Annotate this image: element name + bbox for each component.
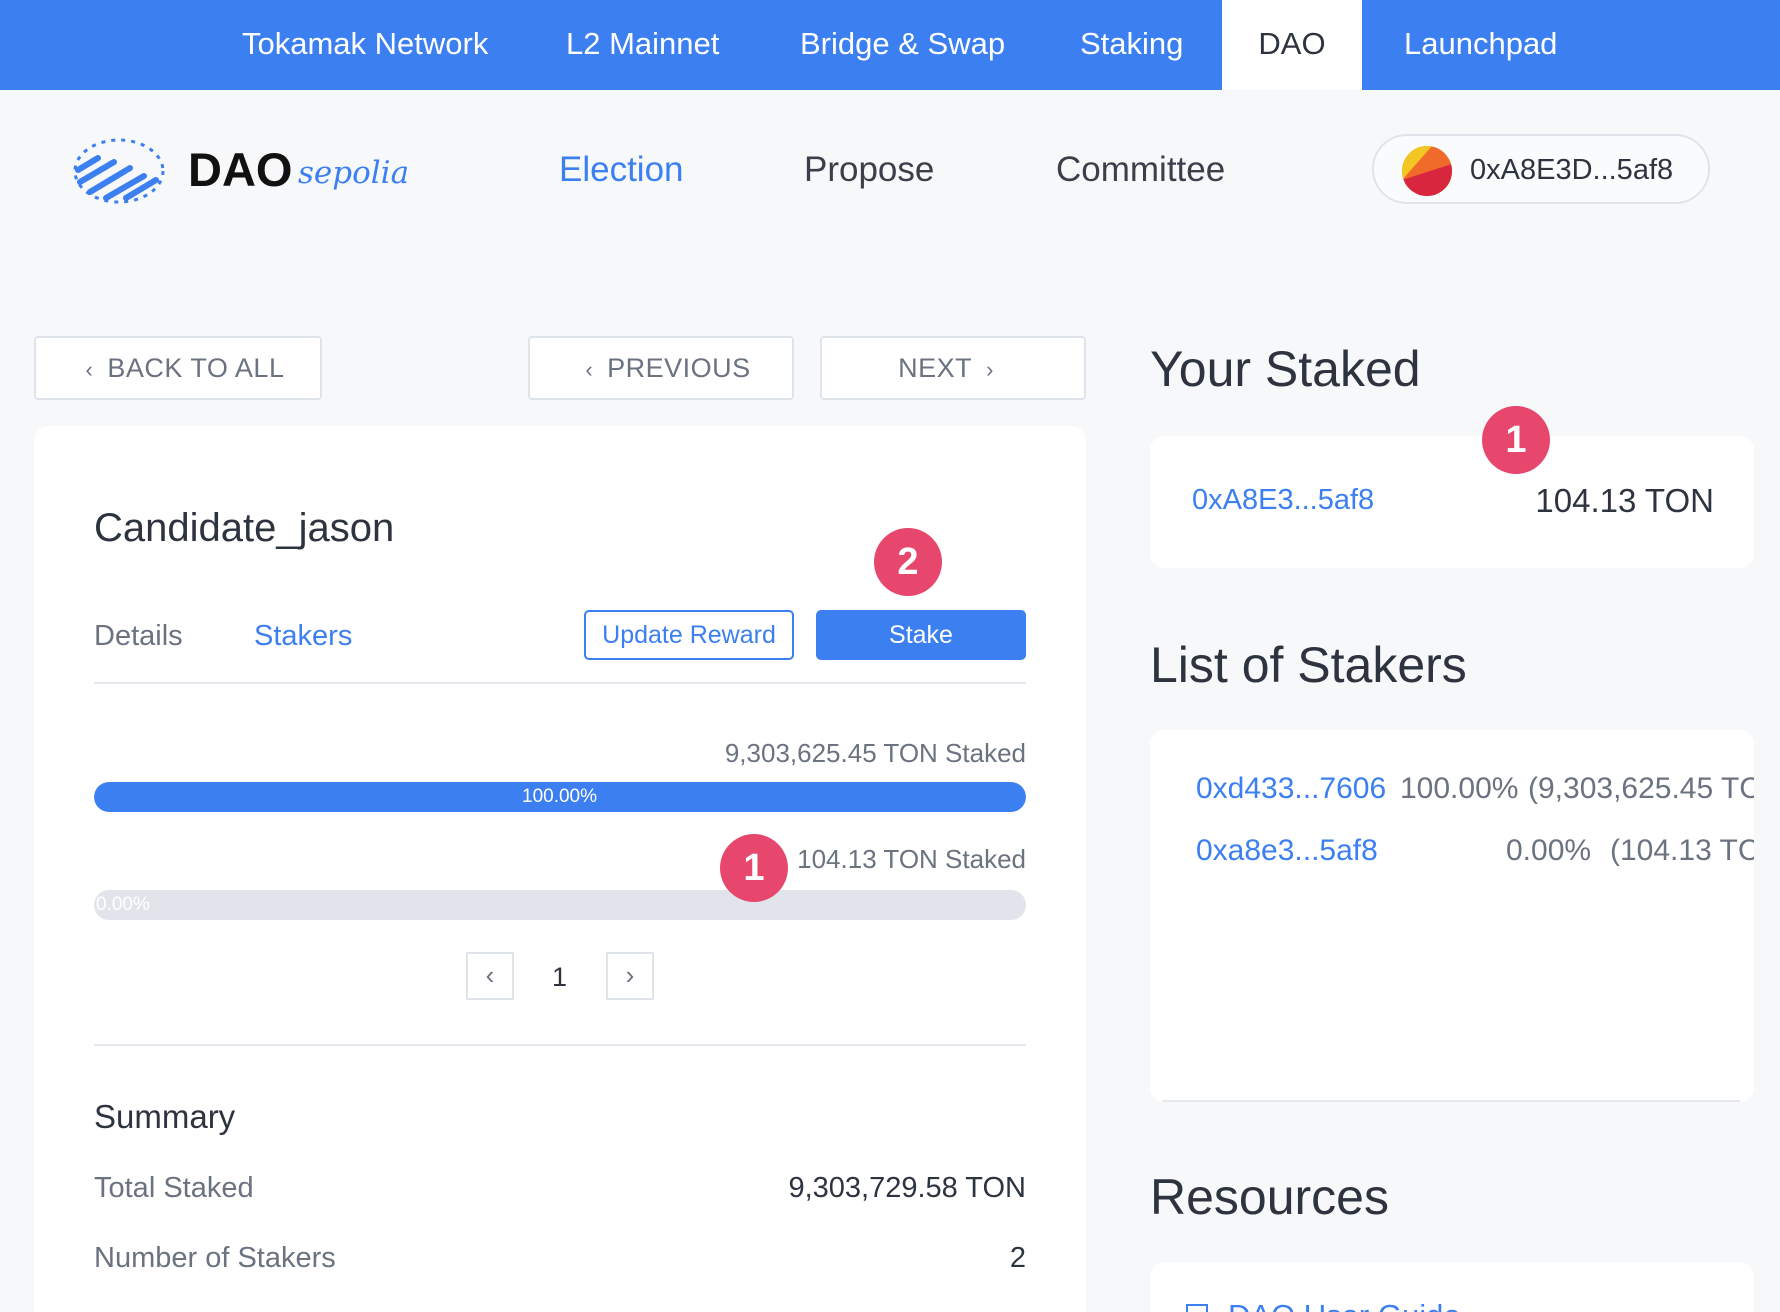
staker-progress-percent: 100.00%	[522, 786, 598, 807]
previous-button[interactable]: ‹ PREVIOUS	[528, 336, 794, 400]
logo-text[interactable]: DAO	[188, 142, 292, 197]
wallet-avatar-icon	[1402, 146, 1452, 196]
page: Tokamak Network L2 Mainnet Bridge & Swap…	[0, 0, 1780, 1312]
wallet-address: 0xA8E3D...5af8	[1470, 154, 1674, 186]
back-to-all-button[interactable]: ‹ BACK TO ALL	[34, 336, 322, 400]
staker-address-link[interactable]: 0xa8e3...5af8	[1196, 834, 1378, 868]
annotation-callout: 2	[874, 528, 942, 596]
menu-item-committee[interactable]: Committee	[1056, 150, 1225, 190]
resources-title: Resources	[1150, 1169, 1389, 1225]
stakers-list-bottom-border	[1162, 1100, 1740, 1102]
summary-total-staked-label: Total Staked	[94, 1172, 254, 1204]
topnav-item-l2-mainnet[interactable]: L2 Mainnet	[566, 0, 719, 90]
your-staked-amount: 104.13 TON	[1535, 482, 1714, 519]
staker-progress-percent: 0.00%	[96, 894, 150, 915]
topnav-item-bridge-swap[interactable]: Bridge & Swap	[800, 0, 1005, 90]
tabs-divider	[94, 682, 1026, 684]
tab-details[interactable]: Details	[94, 620, 183, 653]
topnav-item-tokamak-network[interactable]: Tokamak Network	[242, 0, 488, 90]
annotation-callout: 1	[720, 834, 788, 902]
staker-amount: (9,303,625.45 TC	[1528, 772, 1754, 805]
document-icon	[1186, 1304, 1208, 1312]
next-button[interactable]: NEXT ›	[820, 336, 1086, 400]
your-staked-address-link[interactable]: 0xA8E3...5af8	[1192, 484, 1374, 517]
pagination-next-button[interactable]: ›	[606, 952, 654, 1000]
staker-staked-amount: 9,303,625.45 TON Staked	[724, 738, 1026, 768]
top-nav: Tokamak Network L2 Mainnet Bridge & Swap…	[0, 0, 1780, 90]
previous-label: PREVIOUS	[607, 353, 751, 383]
staker-progress-bar: 0.00%	[94, 890, 1026, 920]
network-label: sepolia	[298, 155, 410, 191]
staker-amount: (104.13 TC	[1610, 834, 1754, 867]
staker-progress-bar: 100.00%	[94, 782, 1026, 812]
staker-percent: 100.00%	[1400, 772, 1519, 805]
pagination-prev-button[interactable]: ‹	[466, 952, 514, 1000]
staker-percent: 0.00%	[1506, 834, 1592, 867]
next-label: NEXT	[898, 353, 973, 383]
topnav-item-staking[interactable]: Staking	[1080, 0, 1183, 90]
summary-number-of-stakers-value: 2	[1009, 1242, 1026, 1274]
summary-title: Summary	[94, 1098, 236, 1135]
chevron-right-icon: ›	[625, 960, 635, 990]
menu-item-election[interactable]: Election	[559, 150, 684, 190]
wallet-button[interactable]: 0xA8E3D...5af8	[1372, 134, 1710, 204]
topnav-item-launchpad[interactable]: Launchpad	[1404, 0, 1557, 90]
dao-logo-icon[interactable]	[72, 136, 166, 206]
chevron-left-icon: ‹	[585, 357, 594, 382]
summary-number-of-stakers-label: Number of Stakers	[94, 1242, 336, 1274]
chevron-right-icon: ›	[986, 357, 994, 382]
summary-divider	[94, 1044, 1026, 1046]
update-reward-button[interactable]: Update Reward	[584, 610, 794, 660]
your-staked-title: Your Staked	[1150, 341, 1421, 397]
list-of-stakers-title: List of Stakers	[1150, 637, 1467, 693]
menu-item-propose[interactable]: Propose	[804, 150, 934, 190]
chevron-left-icon: ‹	[85, 357, 94, 382]
annotation-callout: 1	[1482, 406, 1550, 474]
staker-address-link[interactable]: 0xd433...7606	[1196, 772, 1386, 806]
resource-link-dao-user-guide[interactable]: DAO User Guide	[1228, 1298, 1461, 1312]
stake-button[interactable]: Stake	[816, 610, 1026, 660]
back-to-all-label: BACK TO ALL	[107, 353, 285, 383]
summary-total-staked-value: 9,303,729.58 TON	[788, 1172, 1026, 1204]
chevron-left-icon: ‹	[485, 960, 495, 990]
topnav-item-dao[interactable]: DAO	[1222, 0, 1362, 90]
pagination-current-page[interactable]: 1	[552, 962, 567, 993]
staker-staked-amount: 104.13 TON Staked	[797, 844, 1026, 874]
tab-stakers[interactable]: Stakers	[254, 620, 352, 653]
candidate-name: Candidate_jason	[94, 506, 395, 550]
